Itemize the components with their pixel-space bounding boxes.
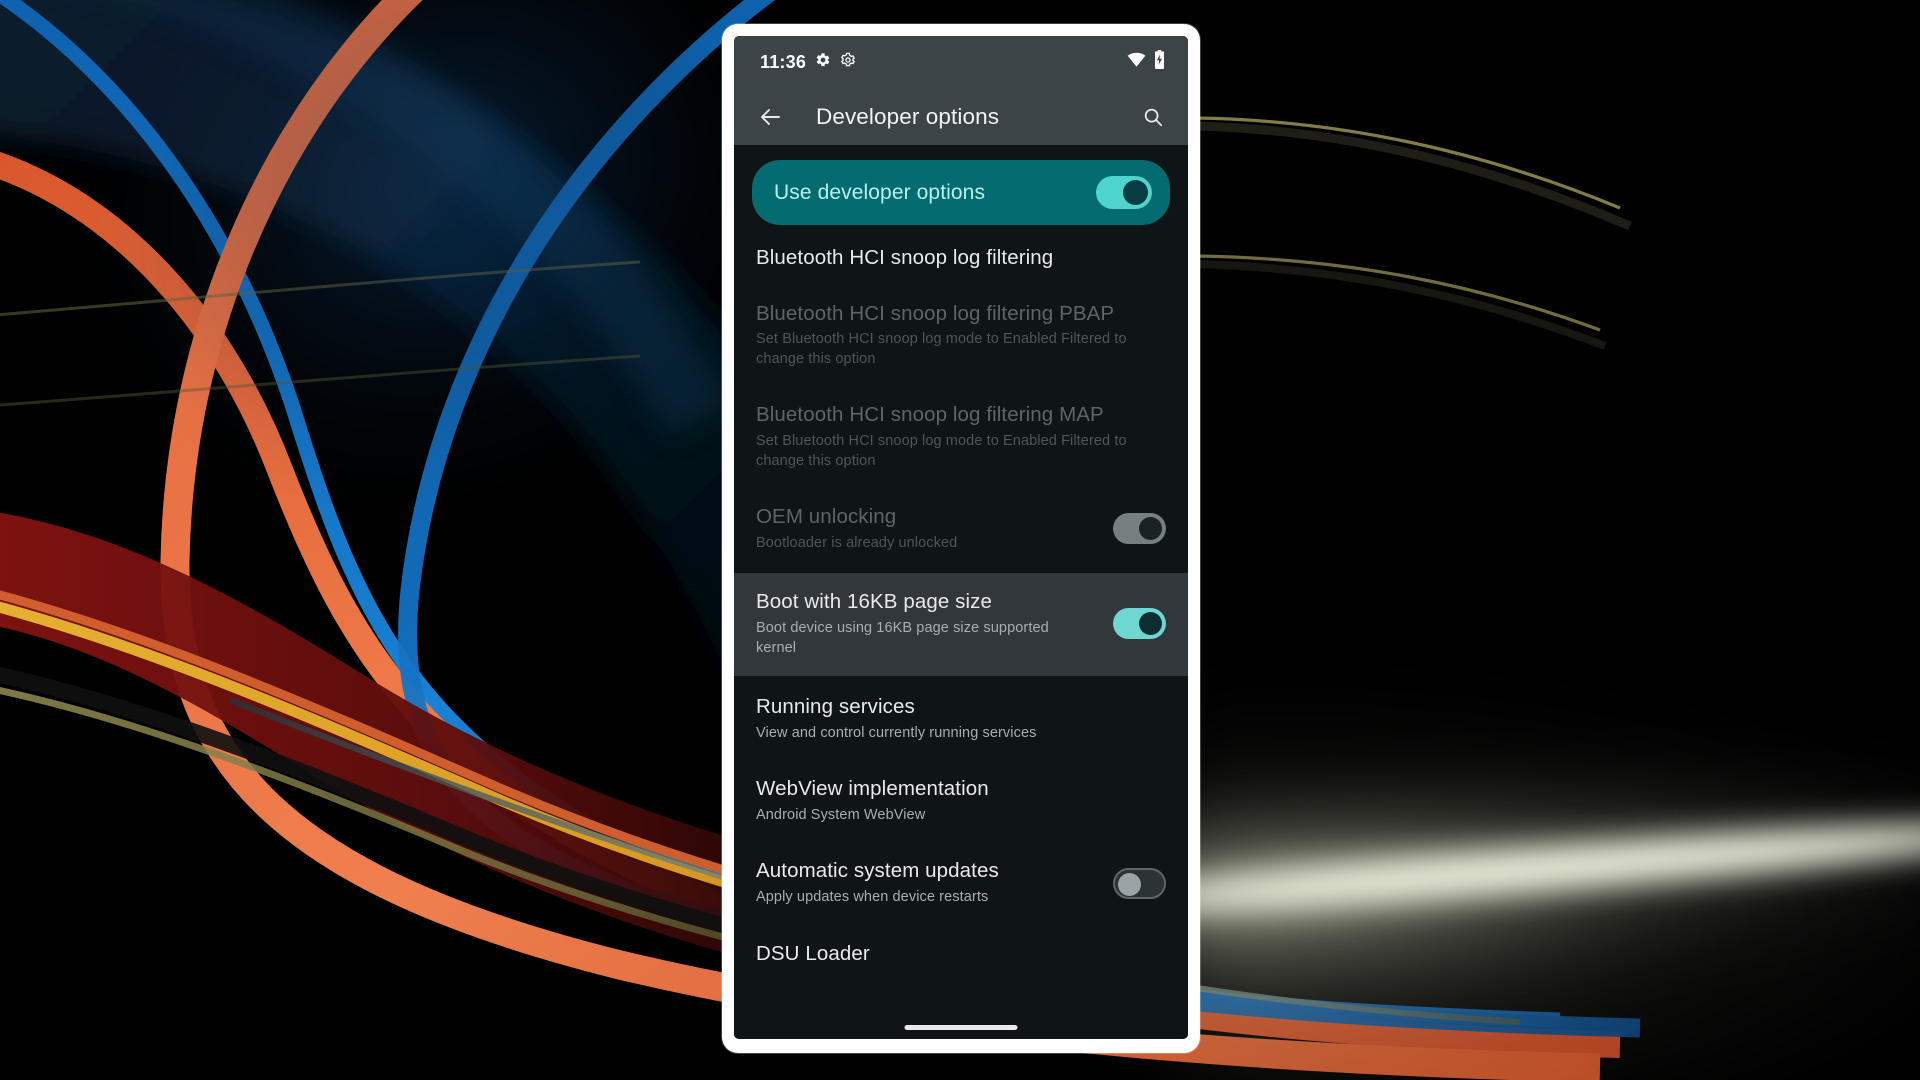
wifi-icon (1127, 50, 1146, 74)
list-item-subtitle: View and control currently running servi… (756, 724, 1037, 741)
gear-filled-icon (815, 52, 831, 73)
list-item-title: DSU Loader (756, 941, 870, 965)
list-item-text: Boot with 16KB page size Boot device usi… (756, 589, 1103, 658)
list-item-title: Running services (756, 695, 915, 719)
list-item-title: OEM unlocking (756, 505, 897, 529)
list-item-text: DSU Loader (756, 941, 1166, 967)
list-item-title: Bluetooth HCI snoop log filtering (756, 246, 1054, 269)
list-item-subtitle: Android System WebView (756, 806, 926, 823)
list-item-text: Automatic system updates Apply updates w… (756, 858, 1103, 907)
list-item-subtitle: Set Bluetooth HCI snoop log mode to Enab… (756, 433, 1127, 469)
gear-outline-icon (840, 52, 856, 73)
phone-device-frame: 11:36 Developer options Use developer op… (722, 24, 1200, 1053)
list-item-subtitle: Apply updates when device restarts (756, 889, 989, 906)
settings-list[interactable]: Use developer options Bluetooth HCI snoo… (734, 145, 1188, 1039)
list-item: OEM unlocking Bootloader is already unlo… (734, 486, 1188, 573)
master-switch-row[interactable]: Use developer options (752, 160, 1170, 225)
back-arrow-icon[interactable] (756, 102, 786, 132)
list-item-title: WebView implementation (756, 777, 989, 801)
list-item-text: WebView implementation Android System We… (756, 776, 1166, 825)
status-bar-clock: 11:36 (760, 51, 807, 72)
master-switch-label: Use developer options (774, 180, 986, 204)
list-item[interactable]: DSU Loader (734, 923, 1188, 982)
search-icon[interactable] (1138, 102, 1168, 132)
oem-unlocking-toggle (1113, 513, 1166, 545)
status-bar-left: 11:36 (760, 52, 856, 73)
master-switch-toggle[interactable] (1096, 176, 1152, 209)
battery-charging-icon (1153, 50, 1166, 74)
boot-16kb-page-size-toggle[interactable] (1113, 608, 1166, 640)
list-item-subtitle: Set Bluetooth HCI snoop log mode to Enab… (756, 331, 1127, 367)
status-bar-right (1127, 50, 1166, 74)
list-item-subtitle: Boot device using 16KB page size support… (756, 619, 1049, 656)
list-item[interactable]: Bluetooth HCI snoop log filtering (734, 225, 1188, 289)
list-item: Bluetooth HCI snoop log filtering PBAP S… (734, 289, 1188, 385)
list-item[interactable]: Automatic system updates Apply updates w… (734, 840, 1188, 922)
list-item-title: Automatic system updates (756, 859, 999, 883)
phone-screen: 11:36 Developer options Use developer op… (734, 36, 1188, 1039)
app-toolbar: Developer options (734, 88, 1188, 145)
list-item[interactable]: Boot with 16KB page size Boot device usi… (734, 573, 1188, 677)
list-item-title: Bluetooth HCI snoop log filtering PBAP (756, 301, 1115, 325)
list-item-subtitle: Bootloader is already unlocked (756, 534, 958, 551)
list-item-text: Running services View and control curren… (756, 694, 1166, 743)
list-item-title: Bluetooth HCI snoop log filtering MAP (756, 403, 1104, 427)
automatic-system-updates-toggle[interactable] (1113, 867, 1166, 899)
toggle-knob (1139, 612, 1162, 636)
list-item[interactable]: WebView implementation Android System We… (734, 758, 1188, 840)
list-item[interactable]: Running services View and control curren… (734, 676, 1188, 758)
toggle-knob (1139, 517, 1162, 541)
status-bar: 11:36 (734, 36, 1188, 88)
gesture-nav-pill[interactable] (904, 1025, 1018, 1030)
list-item-text: Bluetooth HCI snoop log filtering (756, 245, 1166, 271)
list-item-text: Bluetooth HCI snoop log filtering PBAP S… (756, 301, 1166, 370)
page-title: Developer options (816, 103, 1000, 129)
list-item-title: Boot with 16KB page size (756, 590, 993, 614)
list-item-text: OEM unlocking Bootloader is already unlo… (756, 504, 1103, 553)
master-switch-knob (1123, 180, 1148, 205)
toggle-knob (1118, 872, 1141, 896)
list-item-text: Bluetooth HCI snoop log filtering MAP Se… (756, 402, 1166, 471)
list-item: Bluetooth HCI snoop log filtering MAP Se… (734, 384, 1188, 486)
